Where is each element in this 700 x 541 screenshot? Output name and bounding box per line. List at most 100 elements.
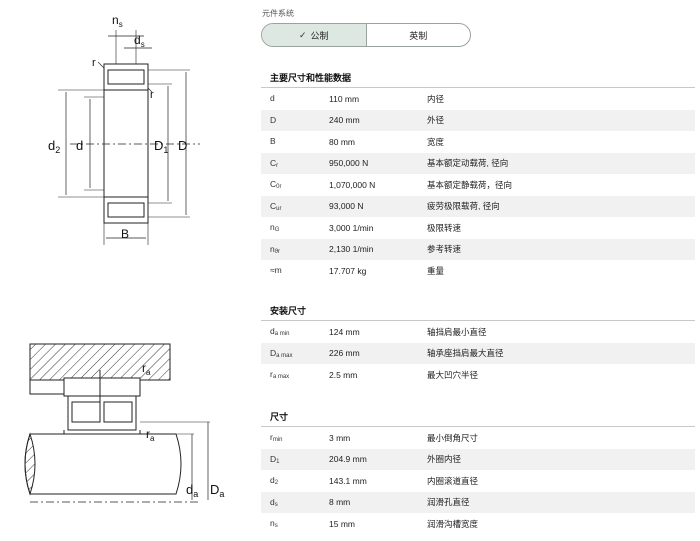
value-cell: 143.1 mm <box>329 475 367 486</box>
label-D: D <box>178 138 187 153</box>
value-cell: 226 mm <box>329 348 360 359</box>
description-cell: 内圈滚道直径 <box>427 475 479 486</box>
symbol-cell: D <box>261 115 329 126</box>
symbol-cell: da min <box>261 326 329 337</box>
symbol-subscript: a max <box>272 374 290 381</box>
table-row: nϑr 2,130 1/min 参考转速 <box>261 238 695 260</box>
description-cell: 润滑沟槽宽度 <box>427 518 479 529</box>
description-cell: 宽度 <box>427 136 445 147</box>
description-cell: 参考转速 <box>427 244 462 255</box>
symbol-subscript: G <box>274 227 280 234</box>
label-ra-bottom: ra <box>146 427 155 443</box>
value-cell: 950,000 N <box>329 158 369 169</box>
label-r-top: r <box>92 57 96 69</box>
label-da: da <box>186 482 198 499</box>
symbol-subscript: 2 <box>274 480 279 487</box>
description-cell: 基本额定静载荷，径向 <box>427 179 513 190</box>
symbol-subscript: ur <box>276 205 282 212</box>
symbol-subscript: 0r <box>276 184 282 191</box>
table-row: C0r 1,070,000 N 基本额定静载荷，径向 <box>261 174 695 196</box>
label-d2: d2 <box>48 138 60 155</box>
table-row: D 240 mm 外径 <box>261 109 695 131</box>
symbol-subscript: a min <box>274 331 290 338</box>
value-cell: 93,000 N <box>329 201 364 212</box>
metric-label: 公制 <box>310 30 329 41</box>
value-cell: 2,130 1/min <box>329 244 374 255</box>
value-cell: 240 mm <box>329 115 360 126</box>
mounting-diagram: ra ra da Da <box>24 343 224 503</box>
symbol-cell: ≈m <box>261 265 329 276</box>
table-row: ≈m 17.707 kg 重量 <box>261 260 695 282</box>
table-row: Cr 950,000 N 基本额定动载荷, 径向 <box>261 152 695 174</box>
mounting-data-table: da min 124 mm 轴挡肩最小直径 Da max 226 mm 轴承座挡肩最大直径… <box>261 320 695 386</box>
table-row: ns 15 mm 润滑沟槽宽度 <box>261 513 695 535</box>
symbol-cell: nϑr <box>261 244 329 255</box>
label-d: d <box>76 138 83 153</box>
data-panel: 元件系统 ✓ 公制 英制 主要尺寸和性能数据 d 110 mm 内径 D 240 mm 外… <box>261 0 695 541</box>
symbol-cell: ra max <box>261 369 329 380</box>
value-cell: 8 mm <box>329 497 351 508</box>
symbol-subscript: s <box>274 523 278 530</box>
description-cell: 重量 <box>427 265 445 276</box>
description-cell: 轴承座挡肩最大直径 <box>427 348 504 359</box>
symbol-subscript: ϑr <box>274 248 281 255</box>
table-row: nG 3,000 1/min 极限转速 <box>261 217 695 239</box>
value-cell: 3,000 1/min <box>329 222 374 233</box>
value-cell: 110 mm <box>329 93 360 104</box>
value-cell: 3 mm <box>329 432 351 443</box>
bearing-section-diagram: ns ds r r d2 d D1 D B <box>48 13 200 245</box>
table-row: D1 204.9 mm 外圈内径 <box>261 448 695 470</box>
description-cell: 外径 <box>427 115 445 126</box>
table-row: d2 143.1 mm 内圈滚道直径 <box>261 470 695 492</box>
label-ns: ns <box>112 13 123 29</box>
symbol: B <box>270 136 276 147</box>
symbol-cell: nG <box>261 222 329 233</box>
symbol-cell: C0r <box>261 179 329 190</box>
check-icon: ✓ <box>298 29 307 40</box>
section-title-mounting: 安装尺寸 <box>270 306 307 316</box>
table-row: rmin 3 mm 最小倒角尺寸 <box>261 427 695 449</box>
label-ds: ds <box>134 33 145 49</box>
label-r-right: r <box>150 89 154 101</box>
symbol-cell: B <box>261 136 329 147</box>
symbol-cell: d <box>261 93 329 104</box>
symbol: d <box>270 93 275 104</box>
table-row: d 110 mm 内径 <box>261 88 695 110</box>
imperial-option[interactable]: 英制 <box>367 24 471 46</box>
description-cell: 轴挡肩最小直径 <box>427 326 487 337</box>
symbol-subscript: r <box>276 162 279 169</box>
symbol-subscript: s <box>274 501 278 508</box>
table-row: ds 8 mm 润滑孔直径 <box>261 491 695 513</box>
symbol-cell: ns <box>261 518 329 529</box>
description-cell: 基本额定动载荷, 径向 <box>427 158 509 169</box>
table-row: Cur 93,000 N 疲劳极限载荷, 径向 <box>261 195 695 217</box>
symbol-cell: rmin <box>261 432 329 443</box>
table-row: da min 124 mm 轴挡肩最小直径 <box>261 321 695 343</box>
description-cell: 内径 <box>427 93 445 104</box>
description-cell: 最小倒角尺寸 <box>427 432 479 443</box>
unit-toggle: ✓ 公制 英制 <box>261 23 471 47</box>
value-cell: 204.9 mm <box>329 454 367 465</box>
symbol-subscript: min <box>272 437 283 444</box>
symbol-cell: Da max <box>261 348 329 359</box>
dimensions-data-table: rmin 3 mm 最小倒角尺寸 D1 204.9 mm 外圈内径 d2 143.1 mm 内圈… <box>261 426 695 535</box>
imperial-label: 英制 <box>409 30 428 41</box>
label-B: B <box>121 227 129 241</box>
symbol: ≈m <box>270 265 282 276</box>
symbol-subscript: a max <box>276 352 293 359</box>
description-cell: 最大凹穴半径 <box>427 369 479 380</box>
description-cell: 极限转速 <box>427 222 462 233</box>
section-title-main: 主要尺寸和性能数据 <box>270 73 352 83</box>
value-cell: 80 mm <box>329 136 355 147</box>
description-cell: 润滑孔直径 <box>427 497 470 508</box>
value-cell: 17.707 kg <box>329 265 367 276</box>
metric-option[interactable]: ✓ 公制 <box>262 24 367 46</box>
description-cell: 外圈内径 <box>427 454 462 465</box>
value-cell: 124 mm <box>329 326 360 337</box>
description-cell: 疲劳极限载荷, 径向 <box>427 201 500 212</box>
table-row: ra max 2.5 mm 最大凹穴半径 <box>261 364 695 386</box>
table-row: B 80 mm 宽度 <box>261 131 695 153</box>
symbol: D <box>270 114 277 125</box>
table-row: Da max 226 mm 轴承座挡肩最大直径 <box>261 342 695 364</box>
value-cell: 1,070,000 N <box>329 179 376 190</box>
